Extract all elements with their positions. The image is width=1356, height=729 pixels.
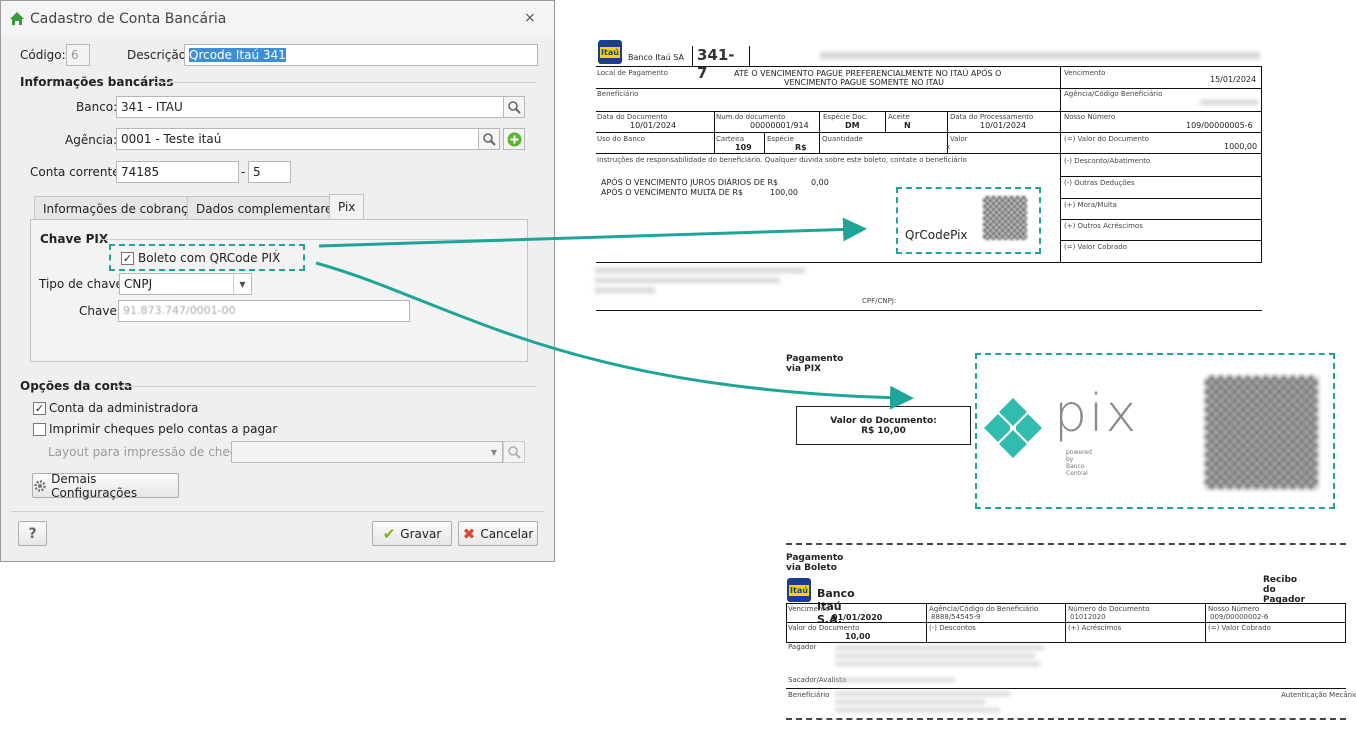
callout-arrows [315,217,914,410]
arrow-to-qrcode [318,217,867,248]
arrow-to-pix [315,261,914,410]
